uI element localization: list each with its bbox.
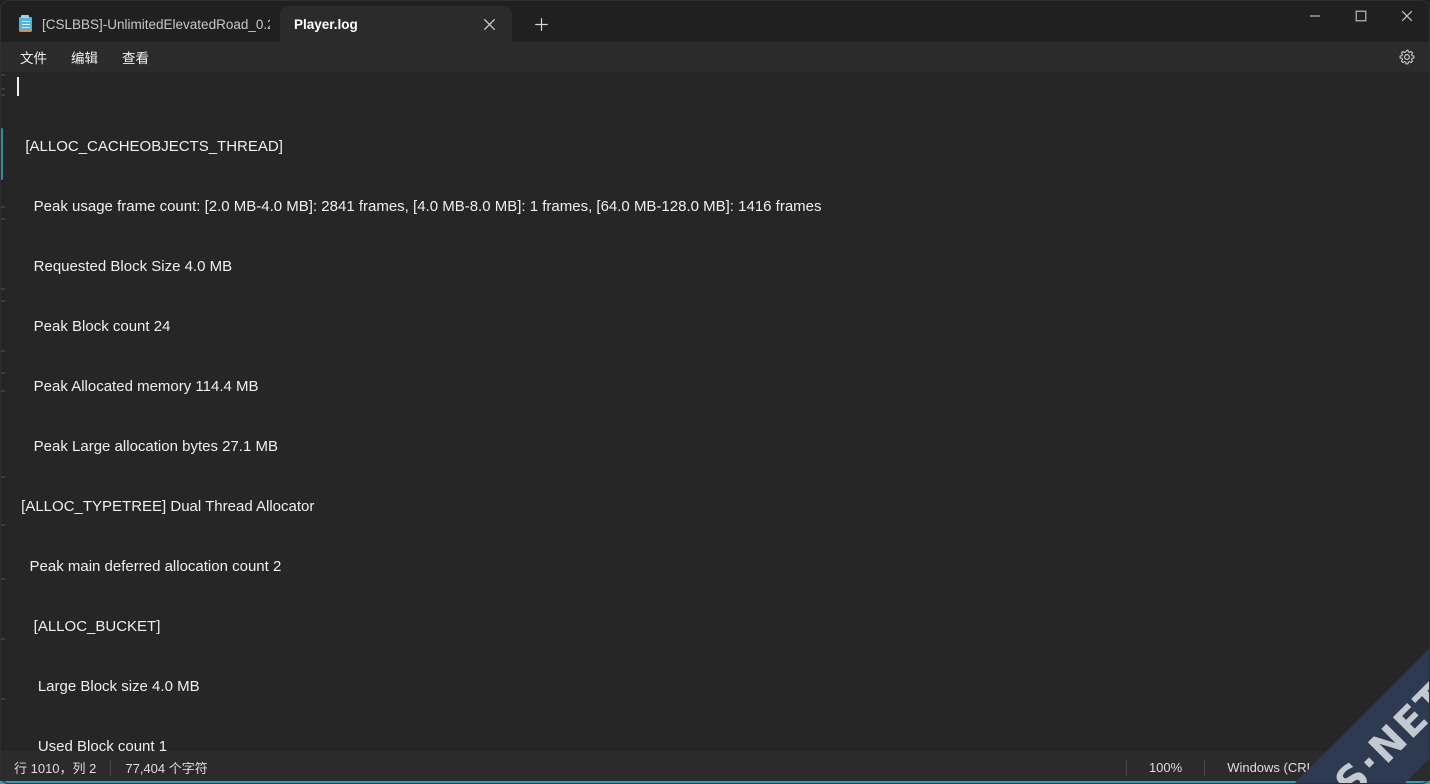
tab-active-player-log[interactable]: Player.log	[280, 6, 512, 42]
tab-inactive-cslbbs[interactable]: [CSLBBS]-UnlimitedElevatedRoad_0.2_b5.c	[4, 6, 280, 42]
log-line: Used Block count 1	[17, 738, 168, 751]
tab-close-icon[interactable]	[476, 11, 502, 37]
close-button[interactable]	[1384, 0, 1430, 32]
status-bar: 行 1010，列 2 77,404 个字符 100% Windows (CRLF…	[0, 751, 1430, 784]
maximize-button[interactable]	[1338, 0, 1384, 32]
new-tab-button[interactable]	[524, 9, 558, 39]
status-right-group: 100% Windows (CRLF) UTF-8	[1125, 759, 1430, 776]
menu-item-file[interactable]: 文件	[8, 44, 59, 70]
gear-icon[interactable]	[1394, 45, 1420, 69]
log-line: [ALLOC_BUCKET]	[17, 618, 161, 635]
encoding[interactable]: UTF-8	[1349, 760, 1430, 775]
character-count: 77,404 个字符	[125, 761, 208, 776]
line-ending[interactable]: Windows (CRLF)	[1205, 760, 1348, 775]
menu-bar: 文件 编辑 查看	[0, 42, 1430, 72]
minimize-button[interactable]	[1292, 0, 1338, 32]
log-line: Peak main deferred allocation count 2	[17, 558, 282, 575]
log-line: [ALLOC_TYPETREE] Dual Thread Allocator	[17, 498, 315, 515]
log-line: Requested Block Size 4.0 MB	[17, 258, 233, 275]
log-line: Peak Block count 24	[17, 318, 171, 335]
notepad-icon	[18, 15, 33, 33]
log-line: Peak Allocated memory 114.4 MB	[17, 378, 259, 395]
tab-strip: [CSLBBS]-UnlimitedElevatedRoad_0.2_b5.c …	[0, 0, 1292, 42]
title-bar: [CSLBBS]-UnlimitedElevatedRoad_0.2_b5.c …	[0, 0, 1430, 42]
left-scroll-rail[interactable]	[0, 72, 5, 751]
log-line: Large Block size 4.0 MB	[17, 678, 200, 695]
tab-label: [CSLBBS]-UnlimitedElevatedRoad_0.2_b5.c	[42, 16, 270, 32]
cursor-position[interactable]: 行 1010，列 2	[14, 758, 110, 777]
text-caret	[17, 77, 19, 96]
menu-item-edit[interactable]: 编辑	[59, 44, 110, 70]
log-text-content[interactable]: [ALLOC_CACHEOBJECTS_THREAD] Peak usage f…	[5, 72, 1430, 751]
scrollbar-thumb[interactable]	[0, 128, 3, 180]
tab-label: Player.log	[294, 16, 358, 32]
menu-item-view[interactable]: 查看	[110, 44, 161, 70]
zoom-level[interactable]: 100%	[1127, 760, 1204, 775]
log-line: [ALLOC_CACHEOBJECTS_THREAD]	[17, 138, 283, 155]
log-line: Peak usage frame count: [2.0 MB-4.0 MB]:…	[17, 198, 822, 215]
window-controls	[1292, 0, 1430, 42]
editor-area: [ALLOC_CACHEOBJECTS_THREAD] Peak usage f…	[0, 72, 1430, 751]
log-line: Peak Large allocation bytes 27.1 MB	[17, 438, 278, 455]
notepad-window: [CSLBBS]-UnlimitedElevatedRoad_0.2_b5.c …	[0, 0, 1430, 784]
